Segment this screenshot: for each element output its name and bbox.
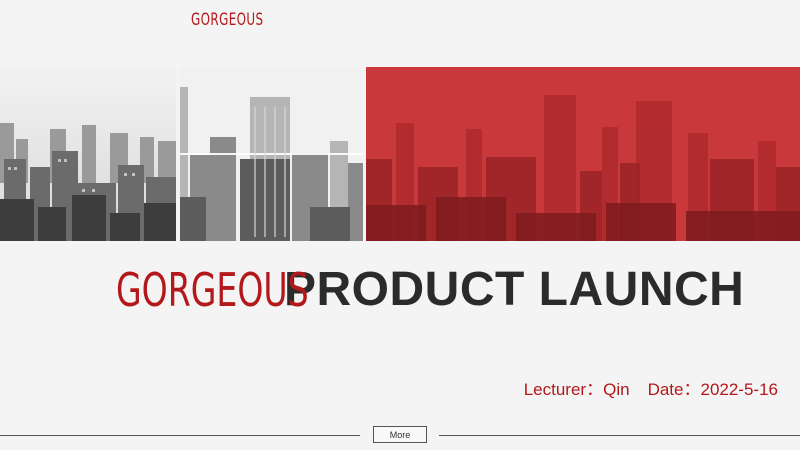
logo-text: GORGEOUS [191,10,264,30]
lecturer-name: Qin [603,380,630,399]
city-skyscraper-photo-middle [180,67,363,241]
city-skyline-photo-left [0,67,176,241]
date-label: Date： [647,380,701,399]
footer-divider-right [439,435,800,436]
lecture-meta: Lecturer：Qin Date：2022-5-16 [524,375,778,400]
title-brand-word: GORGEOUS [116,263,309,317]
title-headline: PRODUCT LAUNCH [284,263,745,316]
more-button[interactable]: More [373,426,427,443]
city-skyline-photo-red-overlay [366,67,800,241]
slide-title: GORGEOUSPRODUCT LAUNCH [116,266,744,314]
date-value: 2022-5-16 [700,380,778,399]
lecturer-label: Lecturer： [523,380,604,399]
footer-divider-left [0,435,360,436]
